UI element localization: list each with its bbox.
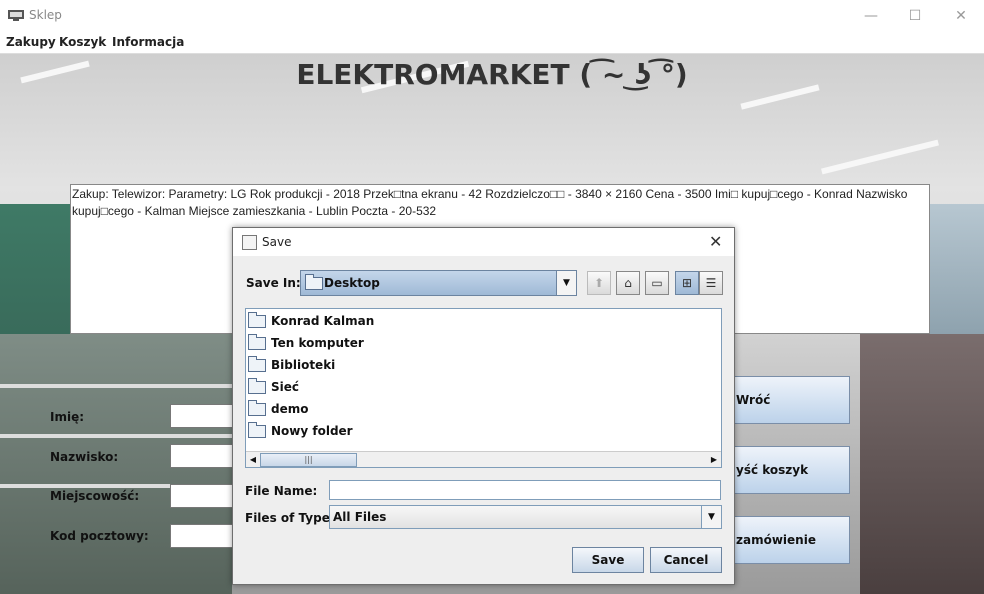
order-details-text: Zakup: Telewizor: Parametry: LG Rok prod… — [72, 187, 908, 218]
new-folder-icon: ▭ — [651, 276, 663, 290]
save-in-combo[interactable]: Desktop ▼ — [300, 270, 577, 296]
place-order-label: zamówienie — [736, 533, 816, 547]
window-title: Sklep — [29, 8, 62, 22]
file-list[interactable]: Konrad Kalman Ten komputer Biblioteki Si… — [245, 308, 722, 468]
scroll-left-icon[interactable]: ◀ — [246, 452, 260, 467]
place-order-button[interactable]: zamówienie — [720, 516, 850, 564]
details-view-button[interactable]: ☰ — [699, 271, 723, 295]
scroll-thumb[interactable]: ||| — [260, 453, 357, 467]
list-item[interactable]: Biblioteki — [248, 355, 335, 375]
file-name: demo — [271, 402, 309, 416]
file-name: Konrad Kalman — [271, 314, 375, 328]
file-name-label: File Name: — [245, 484, 318, 498]
save-in-label: Save In: — [246, 276, 301, 290]
list-item[interactable]: Ten komputer — [248, 333, 364, 353]
folder-icon — [248, 355, 266, 372]
list-view-icon: ⊞ — [681, 276, 693, 290]
list-item[interactable]: Sieć — [248, 377, 299, 397]
home-button[interactable]: ⌂ — [616, 271, 640, 295]
maximize-button[interactable]: ☐ — [892, 0, 938, 31]
list-view-button[interactable]: ⊞ — [675, 271, 699, 295]
label-kod-pocztowy: Kod pocztowy: — [50, 529, 149, 543]
file-name: Biblioteki — [271, 358, 336, 372]
files-of-type-value: All Files — [333, 510, 387, 524]
dialog-titlebar: Save ✕ — [233, 228, 734, 256]
clear-cart-button[interactable]: yść koszyk — [720, 446, 850, 494]
new-folder-button[interactable]: ▭ — [645, 271, 669, 295]
folder-icon — [248, 311, 266, 328]
chevron-down-icon[interactable]: ▼ — [701, 506, 721, 528]
java-icon — [242, 235, 257, 250]
store-shelf — [928, 204, 984, 334]
files-of-type-label: Files of Type: — [245, 511, 335, 525]
list-item[interactable]: Nowy folder — [248, 421, 353, 441]
menu-informacja[interactable]: Informacja — [112, 35, 184, 49]
save-button[interactable]: Save — [572, 547, 644, 573]
horizontal-scrollbar[interactable]: ◀ ||| ▶ — [246, 451, 721, 467]
minimize-button[interactable]: — — [848, 0, 894, 31]
scroll-right-icon[interactable]: ▶ — [707, 452, 721, 467]
ceiling-light — [821, 139, 939, 175]
details-view-icon: ☰ — [705, 276, 717, 290]
dialog-close-button[interactable]: ✕ — [709, 232, 722, 251]
back-button[interactable]: Wróć — [720, 376, 850, 424]
store-headline: ELEKTROMARKET ( ͡~ ͜ʖ ͡°) — [296, 58, 688, 91]
folder-icon — [248, 399, 266, 416]
folder-icon — [248, 333, 266, 350]
label-imie: Imię: — [50, 410, 85, 424]
clear-cart-label: yść koszyk — [736, 463, 809, 477]
list-item[interactable]: Konrad Kalman — [248, 311, 374, 331]
up-folder-button[interactable]: ⬆ — [587, 271, 611, 295]
home-icon: ⌂ — [624, 276, 632, 290]
back-button-label: Wróć — [736, 393, 771, 407]
menu-zakupy[interactable]: Zakupy — [6, 35, 56, 49]
save-dialog: Save ✕ Save In: Desktop ▼ ⬆ ⌂ ▭ ⊞ ☰ Konr… — [232, 227, 735, 585]
window-titlebar: Sklep — ☐ ✕ — [0, 0, 984, 31]
menu-koszyk[interactable]: Koszyk — [59, 35, 106, 49]
folder-icon — [305, 274, 323, 290]
chevron-down-icon[interactable]: ▼ — [556, 271, 576, 295]
menu-bar: Zakupy Koszyk Informacja — [0, 31, 984, 54]
file-name: Ten komputer — [271, 336, 364, 350]
close-button[interactable]: ✕ — [938, 0, 984, 31]
file-name: Sieć — [271, 380, 300, 394]
app-icon — [8, 8, 24, 22]
dialog-title: Save — [262, 235, 292, 249]
store-shelf — [860, 334, 984, 594]
folder-icon — [248, 421, 266, 438]
file-name: Nowy folder — [271, 424, 353, 438]
label-nazwisko: Nazwisko: — [50, 450, 119, 464]
label-miejscowosc: Miejscowość: — [50, 489, 140, 503]
folder-icon — [248, 377, 266, 394]
list-item[interactable]: demo — [248, 399, 308, 419]
cancel-button[interactable]: Cancel — [650, 547, 722, 573]
save-in-value: Desktop — [324, 276, 380, 290]
file-name-input[interactable] — [329, 480, 721, 500]
files-of-type-combo[interactable]: All Files ▼ — [329, 505, 722, 529]
up-folder-icon: ⬆ — [593, 276, 605, 290]
